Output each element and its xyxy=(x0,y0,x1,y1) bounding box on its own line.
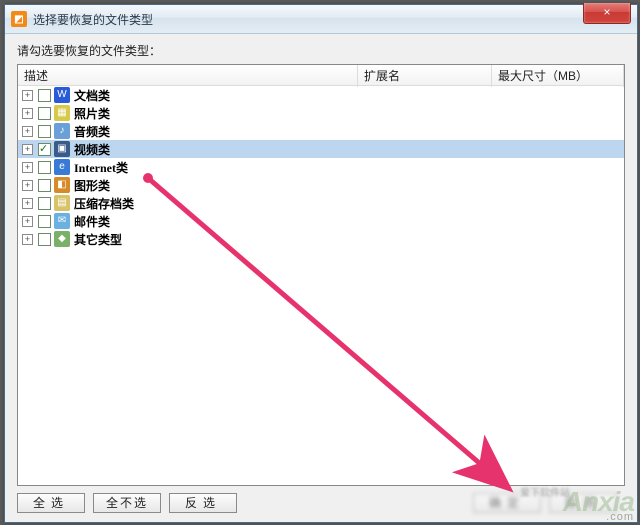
file-type-icon: ♪ xyxy=(54,123,70,139)
row-label: 邮件类 xyxy=(74,213,110,230)
select-none-button[interactable]: 全不选 xyxy=(93,493,161,513)
expand-icon[interactable]: + xyxy=(22,180,33,191)
expand-icon[interactable]: + xyxy=(22,90,33,101)
expand-icon[interactable]: + xyxy=(22,234,33,245)
rows-container: + W文档类 + ▦照片类 + ♪音频类 + ▣视频类 + eInternet类 + ◧图形类 + ▤压缩… xyxy=(18,86,624,248)
titlebar: ◩ 选择要恢复的文件类型 × xyxy=(5,5,637,34)
row-label: 照片类 xyxy=(74,105,110,122)
window-title: 选择要恢复的文件类型 xyxy=(33,11,153,28)
file-type-icon: ◆ xyxy=(54,231,70,247)
app-icon: ◩ xyxy=(11,11,27,27)
row-label: 音频类 xyxy=(74,123,110,140)
row-label: Internet类 xyxy=(74,159,128,176)
row-label: 文档类 xyxy=(74,87,110,104)
file-type-icon: ◧ xyxy=(54,177,70,193)
dialog-body: 请勾选要恢复的文件类型： 描述 扩展名 最大尺寸（MB） +W文档类+▦照片类+… xyxy=(5,34,637,522)
table-row[interactable]: + ▤压缩存档类 xyxy=(18,194,624,212)
bottom-bar: 全选 全不选 反选 确定 取消 xyxy=(17,492,625,514)
instruction-text: 请勾选要恢复的文件类型： xyxy=(5,34,637,65)
checkbox[interactable] xyxy=(38,143,51,156)
table-row[interactable]: + ▦照片类 xyxy=(18,104,624,122)
col-ext[interactable]: 扩展名 xyxy=(358,64,492,87)
table-row[interactable]: + ▣视频类 xyxy=(18,140,624,158)
expand-icon[interactable]: + xyxy=(22,162,33,173)
table-row[interactable]: + eInternet类 xyxy=(18,158,624,176)
file-type-icon: ▤ xyxy=(54,195,70,211)
file-type-list: 描述 扩展名 最大尺寸（MB） + W文档类 + ▦照片类 + ♪音频类 + ▣视频类 + eIn… xyxy=(17,64,625,486)
checkbox[interactable] xyxy=(38,197,51,210)
table-row[interactable]: + ◧图形类 xyxy=(18,176,624,194)
col-size[interactable]: 最大尺寸（MB） xyxy=(492,64,624,87)
row-label: 压缩存档类 xyxy=(74,195,134,212)
list-header: 描述 扩展名 最大尺寸（MB） xyxy=(18,65,624,86)
checkbox[interactable] xyxy=(38,107,51,120)
checkbox[interactable] xyxy=(38,161,51,174)
file-type-icon: ✉ xyxy=(54,213,70,229)
file-type-icon: e xyxy=(54,159,70,175)
expand-icon[interactable]: + xyxy=(22,198,33,209)
table-row[interactable]: + ✉邮件类 xyxy=(18,212,624,230)
expand-icon[interactable]: + xyxy=(22,108,33,119)
close-button[interactable]: × xyxy=(583,3,631,24)
expand-icon[interactable]: + xyxy=(22,144,33,155)
expand-icon[interactable]: + xyxy=(22,126,33,137)
checkbox[interactable] xyxy=(38,233,51,246)
row-label: 其它类型 xyxy=(74,231,122,248)
table-row[interactable]: + ♪音频类 xyxy=(18,122,624,140)
cancel-button[interactable]: 取消 xyxy=(549,493,617,513)
ok-button[interactable]: 确定 xyxy=(473,493,541,513)
checkbox[interactable] xyxy=(38,179,51,192)
row-label: 视频类 xyxy=(74,141,110,158)
invert-button[interactable]: 反选 xyxy=(169,493,237,513)
file-type-icon: ▦ xyxy=(54,105,70,121)
checkbox[interactable] xyxy=(38,89,51,102)
dialog-window: ◩ 选择要恢复的文件类型 × 请勾选要恢复的文件类型： 描述 扩展名 最大尺寸（… xyxy=(4,4,638,523)
file-type-icon: W xyxy=(54,87,70,103)
col-desc[interactable]: 描述 xyxy=(18,64,358,87)
expand-icon[interactable]: + xyxy=(22,216,33,227)
file-type-icon: ▣ xyxy=(54,141,70,157)
checkbox[interactable] xyxy=(38,125,51,138)
row-label: 图形类 xyxy=(74,177,110,194)
table-row[interactable]: + ◆其它类型 xyxy=(18,230,624,248)
select-all-button[interactable]: 全选 xyxy=(17,493,85,513)
checkbox[interactable] xyxy=(38,215,51,228)
table-row[interactable]: + W文档类 xyxy=(18,86,624,104)
